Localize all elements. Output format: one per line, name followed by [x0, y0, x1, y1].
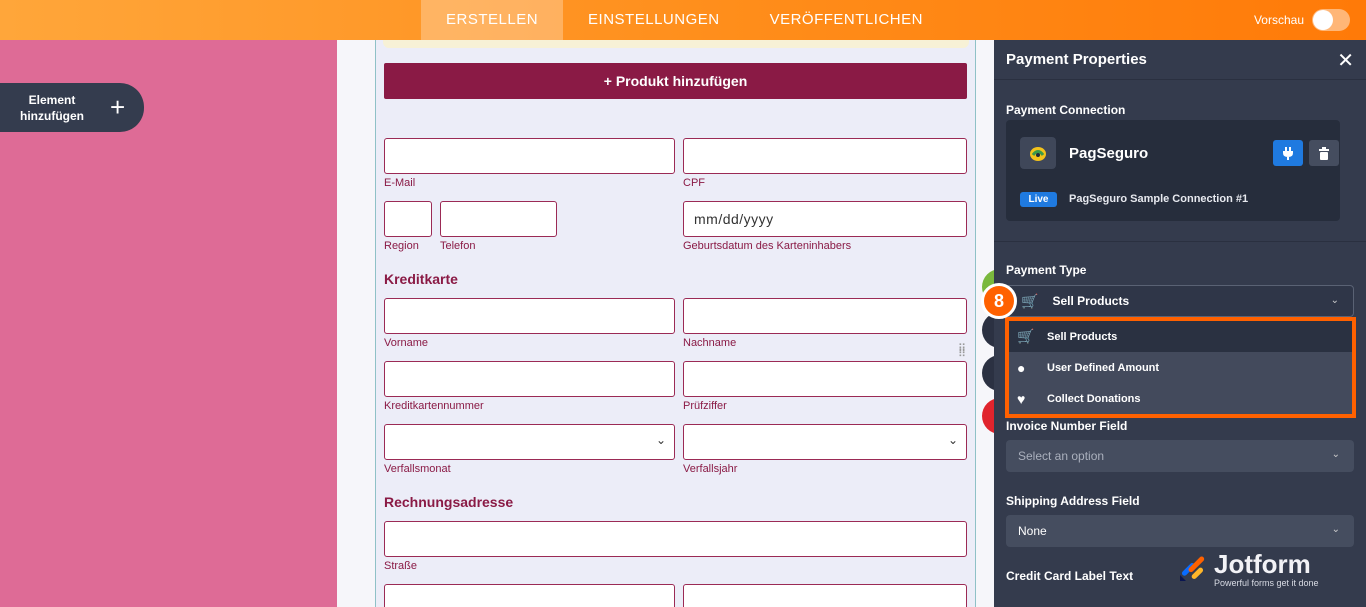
tab-publish[interactable]: VERÖFFENTLICHEN: [745, 0, 948, 40]
plus-icon: +: [110, 92, 126, 122]
preview-label: Vorschau: [1253, 13, 1304, 27]
menu-option-sell-products[interactable]: 🛒 Sell Products: [1009, 321, 1352, 352]
lastname-label: Nachname: [683, 337, 737, 349]
connection-name: PagSeguro Sample Connection #1: [1069, 193, 1249, 205]
address-line2-field[interactable]: [384, 584, 675, 607]
birthdate-value: mm/dd/yyyy: [694, 211, 774, 227]
plug-icon[interactable]: [1273, 140, 1303, 166]
chevron-down-icon: ⌄: [655, 433, 666, 447]
menu-option-collect-donations[interactable]: ♥ Collect Donations: [1009, 383, 1352, 414]
option-label: Collect Donations: [1047, 392, 1141, 405]
invoice-number-select[interactable]: Select an option ⌄: [1006, 440, 1354, 472]
payment-type-value: Sell Products: [1052, 294, 1130, 308]
connection-card: PagSeguro Live PagSeguro Sample Connecti…: [1006, 120, 1340, 221]
option-label: User Defined Amount: [1047, 361, 1160, 374]
step-number-badge: 8: [981, 283, 1017, 319]
shipping-address-label: Shipping Address Field: [1006, 494, 1140, 508]
birthdate-label: Geburtsdatum des Karteninhabers: [683, 240, 852, 252]
phone-field[interactable]: [440, 201, 557, 237]
cvv-field[interactable]: [683, 361, 967, 397]
heart-icon: ♥: [1017, 390, 1026, 407]
cc-label-text-label: Credit Card Label Text: [1006, 569, 1134, 583]
birthdate-field[interactable]: mm/dd/yyyy: [683, 201, 967, 237]
jotform-wordmark: Jotform: [1214, 549, 1311, 579]
cc-label-input[interactable]: [1006, 601, 1354, 607]
add-product-button[interactable]: + Produkt hinzufügen: [384, 63, 967, 99]
pagseguro-logo-icon: [1020, 137, 1056, 169]
panel-title: Payment Properties: [1006, 51, 1147, 68]
cpf-field[interactable]: [683, 138, 967, 174]
jotform-mark-icon: [1178, 553, 1208, 583]
tab-build[interactable]: ERSTELLEN: [421, 0, 564, 40]
cart-icon: 🛒: [1021, 292, 1039, 309]
exp-year-select[interactable]: ⌄: [683, 424, 967, 460]
city-field[interactable]: [683, 584, 967, 607]
top-bar: ERSTELLEN EINSTELLUNGEN VERÖFFENTLICHEN …: [0, 0, 1366, 40]
chevron-down-icon: ⌄: [1330, 295, 1339, 306]
street-label: Straße: [384, 560, 418, 572]
chevron-down-icon: ⌄: [947, 433, 958, 447]
cardnumber-field[interactable]: [384, 361, 675, 397]
section-billing-address: Rechnungsadresse: [384, 494, 514, 510]
invoice-number-label: Invoice Number Field: [1006, 419, 1128, 433]
trash-icon[interactable]: [1309, 140, 1339, 166]
menu-option-user-defined-amount[interactable]: ● User Defined Amount: [1009, 352, 1352, 383]
add-element-label: Element hinzufügen: [0, 92, 104, 124]
add-element-button[interactable]: Element hinzufügen +: [0, 83, 144, 132]
invoice-placeholder: Select an option: [1018, 449, 1105, 463]
exp-month-label: Verfallsmonat: [384, 463, 451, 475]
option-label: Sell Products: [1047, 330, 1118, 343]
shipping-address-select[interactable]: None ⌄: [1006, 515, 1354, 547]
region-label: Region: [384, 240, 419, 252]
payment-connection-label: Payment Connection: [1006, 103, 1126, 117]
cardnumber-label: Kreditkartennummer: [384, 400, 484, 412]
firstname-field[interactable]: [384, 298, 675, 334]
phone-label: Telefon: [440, 240, 476, 252]
add-element-label-line2: hinzufügen: [20, 108, 84, 123]
preview-control: Vorschau: [1254, 0, 1350, 40]
jotform-tagline: Powerful forms get it done: [1214, 578, 1319, 588]
cvv-label: Prüfziffer: [683, 400, 727, 412]
gateway-name: PagSeguro: [1069, 145, 1149, 162]
lastname-field[interactable]: [683, 298, 967, 334]
payment-type-select[interactable]: 🛒 Sell Products ⌄: [1006, 285, 1354, 317]
panel-divider: [994, 241, 1366, 242]
main-nav: ERSTELLEN EINSTELLUNGEN VERÖFFENTLICHEN: [421, 0, 948, 40]
firstname-label: Vorname: [384, 337, 429, 349]
email-label: E-Mail: [384, 177, 416, 189]
toggle-knob: [1313, 10, 1333, 30]
email-field[interactable]: [384, 138, 675, 174]
cart-icon: 🛒: [1017, 328, 1035, 344]
street-field[interactable]: [384, 521, 967, 557]
exp-month-select[interactable]: ⌄: [384, 424, 675, 460]
coins-icon: ●: [1017, 359, 1026, 376]
section-credit-card: Kreditkarte: [384, 271, 458, 287]
panel-header: Payment Properties: [994, 40, 1366, 80]
product-list-area: [383, 40, 969, 48]
cpf-label: CPF: [683, 177, 705, 189]
chevron-down-icon: ⌄: [1331, 449, 1340, 460]
jotform-logo: Jotform Powerful forms get it done: [1178, 549, 1319, 588]
close-icon[interactable]: ✕: [1337, 48, 1354, 73]
preview-toggle[interactable]: [1312, 9, 1350, 31]
exp-year-label: Verfallsjahr: [683, 463, 738, 475]
live-badge: Live: [1020, 192, 1057, 207]
shipping-value: None: [1018, 524, 1047, 538]
payment-type-menu: 🛒 Sell Products ● User Defined Amount ♥ …: [1005, 317, 1356, 418]
payment-type-label: Payment Type: [1006, 263, 1087, 277]
tab-settings[interactable]: EINSTELLUNGEN: [563, 0, 745, 40]
drag-handle-icon[interactable]: ⠿ ⠿: [958, 344, 968, 363]
add-element-label-line1: Element: [28, 92, 76, 107]
chevron-down-icon: ⌄: [1331, 524, 1340, 535]
region-field[interactable]: [384, 201, 432, 237]
